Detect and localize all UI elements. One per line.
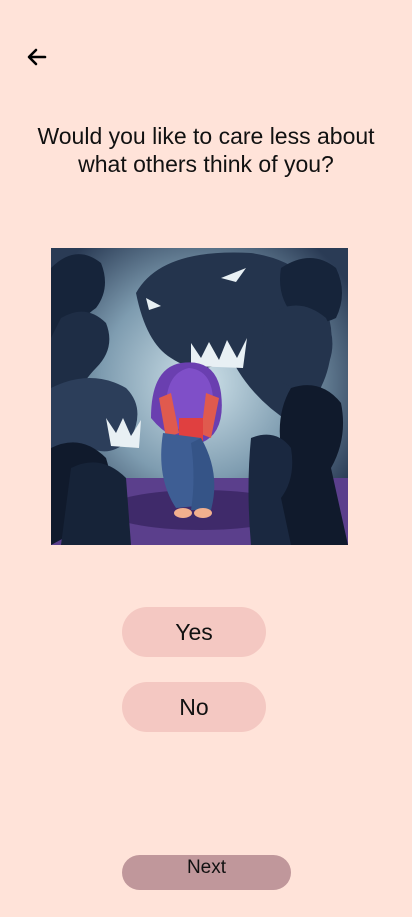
- no-button-label: No: [179, 693, 209, 720]
- next-button[interactable]: Next: [122, 855, 291, 890]
- no-button[interactable]: No: [122, 682, 266, 732]
- question-line-2: what others think of you?: [78, 151, 334, 177]
- yes-button-label: Yes: [175, 618, 213, 645]
- back-button[interactable]: [20, 40, 54, 74]
- anxiety-illustration: [51, 248, 348, 545]
- question-text: Would you like to care less about what o…: [0, 122, 412, 178]
- yes-button[interactable]: Yes: [122, 607, 266, 657]
- next-button-label: Next: [186, 857, 227, 878]
- question-line-1: Would you like to care less about: [37, 123, 375, 149]
- arrow-left-icon: [27, 48, 47, 66]
